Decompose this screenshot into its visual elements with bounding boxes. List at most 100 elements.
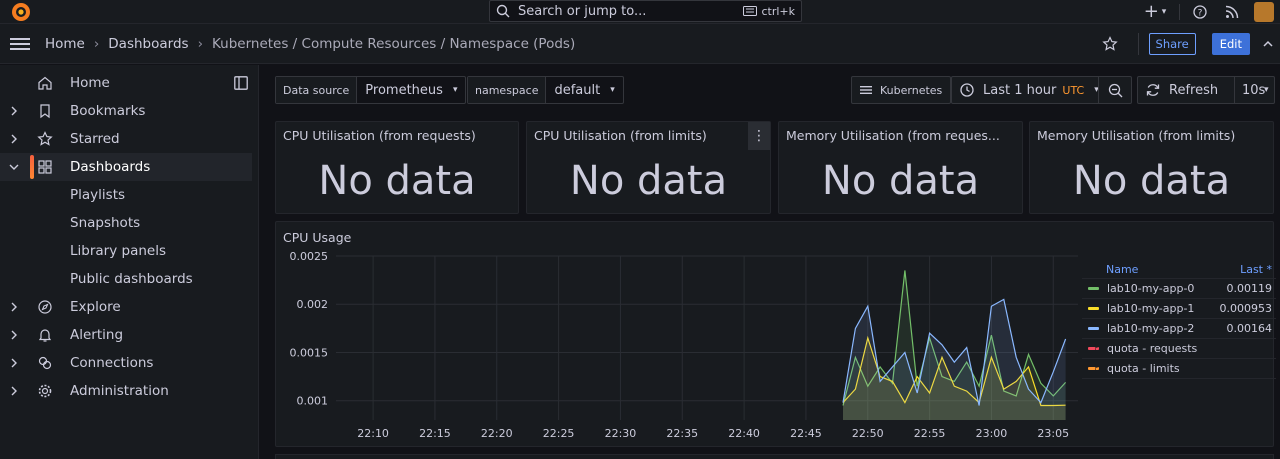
time-range-label: Last 1 hour	[983, 82, 1057, 98]
chevron-down-icon: ▾	[452, 85, 458, 95]
nav-bar: Home › Dashboards › Kubernetes / Compute…	[0, 24, 1280, 64]
x-tick-label: 23:05	[1037, 427, 1069, 440]
legend-series-name[interactable]: quota - limits	[1107, 362, 1272, 375]
chevron-right-icon[interactable]	[8, 301, 20, 313]
chevron-right-icon[interactable]	[8, 133, 20, 145]
help-button[interactable]: ?	[1184, 0, 1216, 24]
x-tick-label: 22:45	[790, 427, 822, 440]
new-menu-button[interactable]: + ▾	[1135, 0, 1175, 24]
x-tick-label: 22:35	[666, 427, 698, 440]
chevron-right-icon[interactable]	[8, 385, 20, 397]
panel-menu-button[interactable]: ⋮	[748, 122, 770, 150]
legend-series-name[interactable]: quota - requests	[1107, 342, 1272, 355]
legend-item[interactable]: lab10-my-app-1 0.000953	[1082, 299, 1276, 319]
sidebar-item-connections[interactable]: Connections	[0, 349, 252, 377]
time-range-picker[interactable]: Last 1 hour UTC ▾	[951, 76, 1132, 104]
keyboard-icon	[743, 6, 758, 16]
user-avatar[interactable]	[1254, 2, 1274, 22]
panel-title: CPU Usage	[283, 230, 352, 245]
sidebar-item-playlists[interactable]: Playlists	[0, 181, 252, 209]
y-tick-label: 0.002	[297, 298, 329, 311]
collapse-header-button[interactable]	[1256, 32, 1280, 56]
sidebar-item-label: Public dashboards	[70, 271, 193, 287]
stat-panel-cpu-limits[interactable]: CPU Utilisation (from limits) ⋮ No data	[526, 121, 771, 214]
stat-panel-memory-requests[interactable]: Memory Utilisation (from reques... No da…	[778, 121, 1023, 214]
plus-icon: +	[1143, 1, 1159, 22]
x-tick-label: 22:55	[914, 427, 946, 440]
cog-icon	[38, 384, 52, 398]
sidebar-item-label: Dashboards	[70, 159, 151, 175]
breadcrumb-home[interactable]: Home	[45, 36, 85, 52]
grafana-logo-icon[interactable]	[10, 1, 32, 23]
chevron-right-icon[interactable]	[8, 329, 20, 341]
legend-item[interactable]: lab10-my-app-0 0.00119	[1082, 279, 1276, 299]
datasource-value: Prometheus	[365, 82, 443, 98]
legend-item[interactable]: quota - limits	[1082, 359, 1276, 379]
y-tick-label: 0.001	[297, 395, 329, 408]
sidebar-item-explore[interactable]: Explore	[0, 293, 252, 321]
cpu-usage-chart[interactable]: 0.0025 0.002 0.0015 0.001 22:10 22:15 22:20 22:…	[276, 248, 1082, 446]
sidebar-item-administration[interactable]: Administration	[0, 377, 252, 405]
refresh-picker[interactable]: Refresh 10s ▾	[1137, 76, 1275, 104]
sidebar-item-bookmarks[interactable]: Bookmarks	[0, 97, 252, 125]
star-dashboard-button[interactable]	[1096, 32, 1124, 56]
clock-icon	[960, 83, 974, 97]
top-bar: Search or jump to... ctrl+k + ▾ ?	[0, 0, 1280, 24]
apps-icon	[38, 160, 52, 174]
zoom-out-icon[interactable]	[1108, 83, 1123, 98]
legend-series-name[interactable]: lab10-my-app-1	[1107, 302, 1220, 315]
refresh-interval-select[interactable]: 10s	[1242, 83, 1265, 98]
chevron-right-icon[interactable]	[8, 105, 20, 117]
share-button[interactable]: Share	[1148, 33, 1196, 55]
sidebar-item-snapshots[interactable]: Snapshots	[0, 209, 252, 237]
legend-header-name[interactable]: Name	[1106, 263, 1138, 276]
legend-series-name[interactable]: lab10-my-app-2	[1107, 322, 1227, 335]
stat-panel-cpu-requests[interactable]: CPU Utilisation (from requests) No data	[275, 121, 519, 214]
search-shortcut-label: ctrl+k	[761, 4, 795, 18]
news-button[interactable]	[1216, 0, 1248, 24]
sidebar-item-label: Explore	[70, 299, 121, 315]
legend-series-name[interactable]: lab10-my-app-0	[1107, 282, 1227, 295]
sidebar-item-library-panels[interactable]: Library panels	[0, 237, 252, 265]
sidebar-item-public-dashboards[interactable]: Public dashboards	[0, 265, 252, 293]
namespace-variable[interactable]: namespace default ▾	[467, 76, 624, 104]
legend-header-last[interactable]: Last *	[1240, 263, 1272, 276]
chevron-down-icon: ▾	[610, 85, 615, 95]
next-panel-edge	[275, 454, 1274, 459]
sidebar-item-starred[interactable]: Starred	[0, 125, 252, 153]
legend-item[interactable]: lab10-my-app-2 0.00164	[1082, 319, 1276, 339]
refresh-button[interactable]: Refresh	[1169, 83, 1218, 98]
chevron-right-icon[interactable]	[8, 357, 20, 369]
sidebar-item-alerting[interactable]: Alerting	[0, 321, 252, 349]
kubernetes-links-button[interactable]: Kubernetes	[851, 76, 952, 104]
refresh-divider	[1234, 77, 1235, 103]
chevron-up-icon	[1263, 40, 1273, 47]
search-input[interactable]: Search or jump to... ctrl+k	[489, 0, 802, 22]
stat-panel-memory-limits[interactable]: Memory Utilisation (from limits) No data	[1029, 121, 1274, 214]
chart-legend: Name Last * lab10-my-app-0 0.00119 lab10-m…	[1082, 261, 1276, 379]
sidebar-item-label: Connections	[70, 355, 154, 371]
link-icon	[38, 356, 52, 370]
panel-title: CPU Utilisation (from requests)	[283, 128, 476, 143]
breadcrumb-dashboards[interactable]: Dashboards	[108, 36, 188, 52]
sidebar: Home Bookmarks Starred Dashboards Playli…	[0, 65, 259, 459]
x-tick-label: 22:15	[419, 427, 451, 440]
sidebar-item-label: Administration	[70, 383, 169, 399]
kubernetes-links-label: Kubernetes	[880, 83, 943, 97]
datasource-variable[interactable]: Data source Prometheus ▾	[275, 76, 467, 104]
cpu-usage-panel[interactable]: CPU Usage 0.0025 0.002 0.0015 0.001 22:10 22:…	[275, 221, 1276, 447]
menu-toggle-icon[interactable]	[10, 34, 32, 54]
x-tick-label: 22:25	[543, 427, 575, 440]
datasource-select[interactable]: Prometheus ▾	[357, 83, 465, 98]
edit-button[interactable]: Edit	[1211, 33, 1250, 55]
chevron-down-icon[interactable]	[8, 161, 20, 173]
no-data-value: No data	[569, 158, 728, 204]
legend-item[interactable]: quota - requests	[1082, 339, 1276, 359]
star-icon	[37, 131, 53, 146]
sidebar-item-label: Snapshots	[70, 215, 141, 231]
namespace-select[interactable]: default ▾	[546, 83, 622, 98]
namespace-value: default	[554, 82, 601, 98]
sidebar-item-home[interactable]: Home	[0, 69, 252, 97]
help-icon: ?	[1193, 5, 1207, 19]
sidebar-item-dashboards[interactable]: Dashboards	[0, 153, 252, 181]
